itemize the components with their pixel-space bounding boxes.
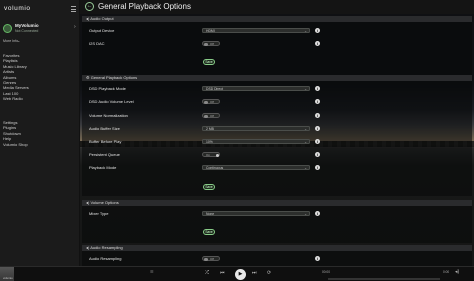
output-device-select[interactable]: HDMI ⌄ xyxy=(202,28,310,33)
info-icon[interactable]: i xyxy=(315,152,320,157)
dsd-volume-label: DSD Audio Volume Level xyxy=(89,99,134,104)
chevron-down-icon: ⌄ xyxy=(304,29,307,33)
chevron-down-icon: ⌄ xyxy=(304,166,307,170)
settings-content[interactable]: ◂) Audio Output Output Device HDMI ⌄ i I2… xyxy=(80,14,474,266)
chevron-down-icon: ⌄ xyxy=(304,87,307,91)
device-status: Not Connected xyxy=(15,29,39,33)
sidebar-item-volumio-shop[interactable]: Volumio Shop xyxy=(3,142,77,147)
dsd-volume-toggle[interactable]: Off xyxy=(202,99,220,104)
time-total: 0:00 xyxy=(443,270,450,274)
info-icon[interactable]: i xyxy=(315,86,320,91)
play-icon[interactable]: ▶ xyxy=(235,269,246,280)
info-icon[interactable]: i xyxy=(315,139,320,144)
buffer-before-select[interactable]: 10% ⌄ xyxy=(202,139,310,144)
time-elapsed: 00:00 xyxy=(322,270,330,274)
back-arrow-icon[interactable]: ← xyxy=(85,2,94,11)
volumio-logo: volumio xyxy=(4,5,31,12)
persistent-queue-toggle[interactable]: On xyxy=(202,152,220,157)
device-selector[interactable]: MyVolumio Not Connected › xyxy=(3,23,77,37)
queue-icon[interactable]: ☰ xyxy=(150,269,154,274)
sidebar: volumio MyVolumio Not Connected › More I… xyxy=(0,0,80,266)
chevron-right-icon: › xyxy=(74,24,76,30)
playback-mode-select[interactable]: Continuous ⌄ xyxy=(202,165,310,170)
track-title: volumio xyxy=(3,276,13,280)
player-bar: volumio ☰ ⤮ ⏮ ▶ ⏭ ⟳ 00:00 0:00 ◂) xyxy=(0,266,474,281)
shuffle-icon[interactable]: ⤮ xyxy=(205,270,209,276)
persistent-queue-label: Persistent Queue xyxy=(89,152,120,157)
hamburger-icon[interactable] xyxy=(71,6,76,12)
sidebar-item-web-radio[interactable]: Web Radio xyxy=(3,96,77,101)
info-icon[interactable]: i xyxy=(315,211,320,216)
nav-system: Settings Plugins Shutdown Help Volumio S… xyxy=(3,120,77,147)
i2s-dac-label: I2S DAC xyxy=(89,41,105,46)
chevron-down-icon: ⌄ xyxy=(304,212,307,216)
device-avatar-icon xyxy=(3,24,12,33)
playback-mode-label: Playback Mode xyxy=(89,165,117,170)
volume-normalization-label: Volume Normalization xyxy=(89,113,128,118)
page-title: General Playback Options xyxy=(98,2,191,11)
general-save-button[interactable]: Save xyxy=(203,184,215,190)
more-info-link[interactable]: More Info xyxy=(3,39,18,43)
dsd-mode-select[interactable]: DSD Direct ⌄ xyxy=(202,86,310,91)
audio-output-save-button[interactable]: Save xyxy=(203,59,215,65)
device-name: MyVolumio xyxy=(15,23,39,28)
volume-normalization-toggle[interactable]: Off xyxy=(202,113,220,118)
mixer-type-select[interactable]: None ⌄ xyxy=(202,211,310,216)
volume-icon[interactable]: ◂) xyxy=(455,269,459,275)
chevron-down-icon: ⌄ xyxy=(304,127,307,131)
info-icon[interactable]: i xyxy=(315,28,320,33)
dsd-mode-label: DSD Playback Mode xyxy=(89,86,126,91)
chevron-down-icon: ⌄ xyxy=(304,140,307,144)
info-icon[interactable]: i xyxy=(315,113,320,118)
buffer-size-select[interactable]: 2 MB ⌄ xyxy=(202,126,310,131)
chevron-down-icon[interactable]: ⌄ xyxy=(17,38,20,43)
info-icon[interactable]: i xyxy=(315,126,320,131)
audio-resampling-label: Audio Resampling xyxy=(89,256,122,261)
volume-save-button[interactable]: Save xyxy=(203,229,215,235)
nav-main: Favorites Playlists Music Library Artist… xyxy=(3,53,77,102)
info-icon[interactable]: i xyxy=(315,99,320,104)
previous-icon[interactable]: ⏮ xyxy=(220,270,225,276)
buffer-before-label: Buffer Before Play xyxy=(89,139,122,144)
mixer-type-label: Mixer Type xyxy=(89,211,109,216)
audio-resampling-toggle[interactable]: Off xyxy=(202,256,220,261)
repeat-icon[interactable]: ⟳ xyxy=(267,270,271,276)
output-device-label: Output Device xyxy=(89,28,115,33)
info-icon[interactable]: i xyxy=(315,41,320,46)
info-icon[interactable]: i xyxy=(315,256,320,261)
buffer-size-label: Audio Buffer Size xyxy=(89,126,120,131)
page-header: ← General Playback Options xyxy=(80,0,474,14)
i2s-dac-toggle[interactable]: Off xyxy=(202,41,220,46)
next-icon[interactable]: ⏭ xyxy=(252,270,257,276)
info-icon[interactable]: i xyxy=(315,165,320,170)
seek-bar[interactable] xyxy=(328,278,440,280)
section-resampling xyxy=(82,251,472,266)
